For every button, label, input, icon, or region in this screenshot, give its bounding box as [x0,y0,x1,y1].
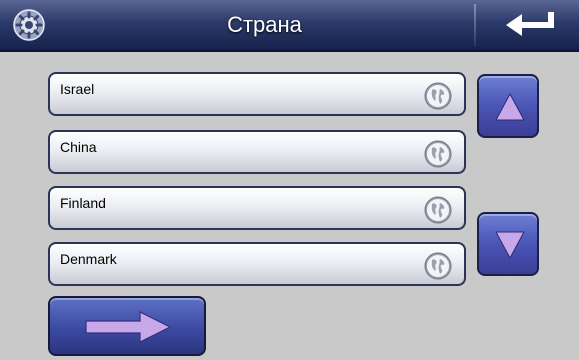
country-item-denmark[interactable]: Denmark [48,242,466,286]
triangle-up-icon [495,92,525,121]
globe-icon [424,252,452,280]
scroll-down-button[interactable] [477,212,539,276]
next-button[interactable] [48,296,206,356]
country-label: China [60,139,97,155]
globe-icon [424,196,452,224]
scroll-up-button[interactable] [477,74,539,138]
page-title: Страна [227,12,302,37]
country-label: Israel [60,81,95,97]
globe-icon [424,82,452,110]
country-label: Denmark [60,251,117,267]
return-arrow-icon[interactable] [500,8,562,42]
gear-icon[interactable] [12,8,46,42]
country-item-israel[interactable]: Israel [48,72,466,116]
globe-icon [424,140,452,168]
country-item-finland[interactable]: Finland [48,186,466,230]
country-label: Finland [60,195,106,211]
title-separator [474,4,476,46]
arrow-right-icon [85,311,172,343]
triangle-down-icon [495,231,525,260]
title-bar: Страна [0,0,579,52]
country-item-china[interactable]: China [48,130,466,174]
